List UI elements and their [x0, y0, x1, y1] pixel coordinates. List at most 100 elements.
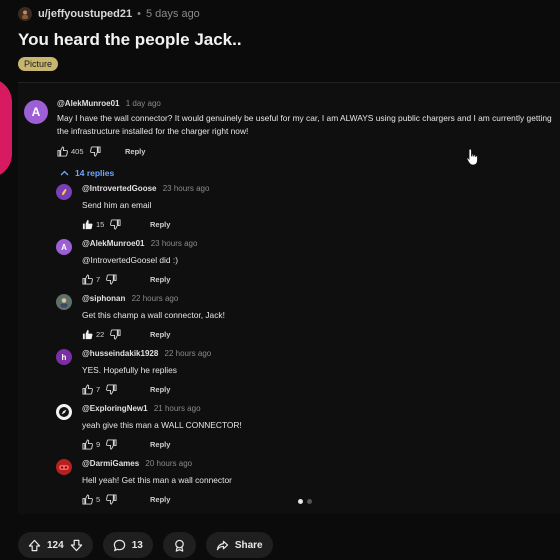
reply-handle[interactable]: @ExploringNew1 — [82, 404, 148, 413]
reply-text: @IntrovertedGoosel did :) — [82, 255, 179, 265]
avatar-letter: h — [61, 352, 67, 362]
game-avatar-icon — [56, 459, 72, 475]
like-count: 22 — [96, 330, 105, 339]
avatar-letter: A — [61, 242, 67, 252]
reply-meta: @husseindakik1928 22 hours ago — [82, 349, 211, 361]
reply-handle[interactable]: @siphonan — [82, 294, 125, 303]
reply-age: 20 hours ago — [145, 459, 193, 468]
reply-body: @husseindakik1928 22 hours ago YES. Hope… — [82, 349, 211, 395]
reply-button[interactable]: Reply — [150, 440, 560, 449]
hand-cursor-icon — [466, 148, 478, 166]
thumbs-down-icon[interactable] — [110, 219, 121, 230]
thumbs-down-icon[interactable] — [106, 439, 117, 450]
thumbs-up-filled-icon[interactable] — [82, 329, 93, 340]
comment-actions: 405 Reply — [57, 146, 145, 157]
vote-pill: 124 — [18, 532, 93, 558]
reply-age: 22 hours ago — [164, 349, 212, 358]
reply-text: Hell yeah! Get this man a wall connector — [82, 475, 232, 485]
post-action-bar: 124 13 Share — [18, 532, 273, 558]
award-icon — [174, 539, 184, 552]
comment-bubble-icon — [113, 539, 125, 551]
like-count: 9 — [96, 440, 101, 449]
reply-avatar: h — [56, 349, 72, 365]
thumbs-down-icon[interactable] — [110, 329, 121, 340]
goose-avatar-icon — [56, 184, 72, 200]
replies-toggle-button[interactable]: 14 replies — [60, 168, 114, 178]
comments-button[interactable]: 13 — [102, 532, 153, 558]
avatar-letter: A — [31, 105, 41, 119]
post-header: u/jeffyoustuped21 • 5 days ago — [18, 4, 200, 24]
like-count: 5 — [96, 495, 101, 504]
reply-text: Send him an email — [82, 200, 152, 210]
post-author-link[interactable]: u/jeffyoustuped21 — [38, 8, 132, 20]
reply-button[interactable]: Reply — [150, 330, 560, 339]
chevron-up-icon — [60, 170, 69, 176]
compass-avatar-icon — [56, 404, 72, 420]
reply-age: 23 hours ago — [150, 239, 198, 248]
reply-body: @siphonan 22 hours ago Get this champ a … — [82, 294, 225, 340]
reply-actions: 5 Reply — [82, 494, 232, 505]
reply-button[interactable]: Reply — [150, 220, 560, 229]
like-count: 405 — [71, 147, 84, 156]
comment-avatar: A — [24, 100, 48, 124]
reply-body: @DarmiGames 20 hours ago Hell yeah! Get … — [82, 459, 232, 505]
decorative-pink-shape — [0, 78, 12, 178]
reply-body: @AlekMunroe01 23 hours ago @IntrovertedG… — [82, 239, 197, 285]
pager-dot[interactable] — [307, 499, 312, 504]
reply-meta: @DarmiGames 20 hours ago — [82, 459, 232, 471]
thumbs-up-icon[interactable] — [57, 146, 68, 157]
reply-handle[interactable]: @AlekMunroe01 — [82, 239, 144, 248]
reply-body: @IntrovertedGoose 23 hours ago Send him … — [82, 184, 209, 230]
reply-age: 23 hours ago — [162, 184, 210, 193]
reply-age: 21 hours ago — [153, 404, 201, 413]
image-pager[interactable] — [298, 499, 312, 504]
thumbs-down-icon[interactable] — [106, 384, 117, 395]
award-button[interactable] — [162, 532, 196, 558]
like-count: 7 — [96, 385, 101, 394]
reply-meta: @ExploringNew1 21 hours ago — [82, 404, 242, 416]
main-comment: @AlekMunroe01 1 day ago May I have the w… — [57, 99, 553, 138]
user-avatar-icon[interactable] — [18, 7, 32, 21]
thumbs-up-icon[interactable] — [82, 384, 93, 395]
share-arrow-icon — [216, 540, 229, 550]
reply-handle[interactable]: @DarmiGames — [82, 459, 139, 468]
reply-text: yeah give this man a WALL CONNECTOR! — [82, 420, 242, 430]
reply-avatar: A — [56, 239, 72, 255]
downvote-arrow-icon[interactable] — [70, 539, 83, 552]
reply-button[interactable]: Reply — [150, 275, 560, 284]
reply-handle[interactable]: @husseindakik1928 — [82, 349, 158, 358]
post-flair-badge[interactable]: Picture — [18, 57, 59, 71]
upvote-arrow-icon[interactable] — [28, 539, 41, 552]
reply-actions: 15 Reply — [82, 219, 209, 230]
thumbs-up-icon[interactable] — [82, 439, 93, 450]
like-count: 15 — [96, 220, 105, 229]
pager-dot-active[interactable] — [298, 499, 303, 504]
separator-dot: • — [137, 8, 141, 20]
reply-handle[interactable]: @IntrovertedGoose — [82, 184, 156, 193]
reply-button[interactable]: Reply — [150, 385, 560, 394]
reply-meta: @siphonan 22 hours ago — [82, 294, 225, 306]
reply-button[interactable]: Reply — [150, 495, 560, 504]
photo-avatar-icon — [56, 294, 72, 310]
thumbs-down-icon[interactable] — [106, 274, 117, 285]
comment-text: May I have the wall connector? It would … — [57, 113, 552, 136]
thumbs-down-icon[interactable] — [106, 494, 117, 505]
reply-text: YES. Hopefully he replies — [82, 365, 177, 375]
reply-text: Get this champ a wall connector, Jack! — [82, 310, 225, 320]
thumbs-up-filled-icon[interactable] — [82, 219, 93, 230]
share-button[interactable]: Share — [205, 532, 273, 558]
thumbs-up-icon[interactable] — [82, 274, 93, 285]
reply-meta: @AlekMunroe01 23 hours ago — [82, 239, 197, 251]
reply-age: 22 hours ago — [131, 294, 179, 303]
reply-actions: 9 Reply — [82, 439, 242, 450]
post-age: 5 days ago — [145, 8, 200, 20]
comment-handle[interactable]: @AlekMunroe01 — [57, 99, 119, 108]
reply-actions: 22 Reply — [82, 329, 225, 340]
comment-count: 13 — [131, 539, 143, 551]
reply-button[interactable]: Reply — [125, 147, 560, 156]
thumbs-up-icon[interactable] — [82, 494, 93, 505]
reply-actions: 7 Reply — [82, 274, 197, 285]
reply-body: @ExploringNew1 21 hours ago yeah give th… — [82, 404, 242, 450]
thumbs-down-icon[interactable] — [89, 146, 101, 157]
comment-meta: @AlekMunroe01 1 day ago — [57, 99, 553, 108]
